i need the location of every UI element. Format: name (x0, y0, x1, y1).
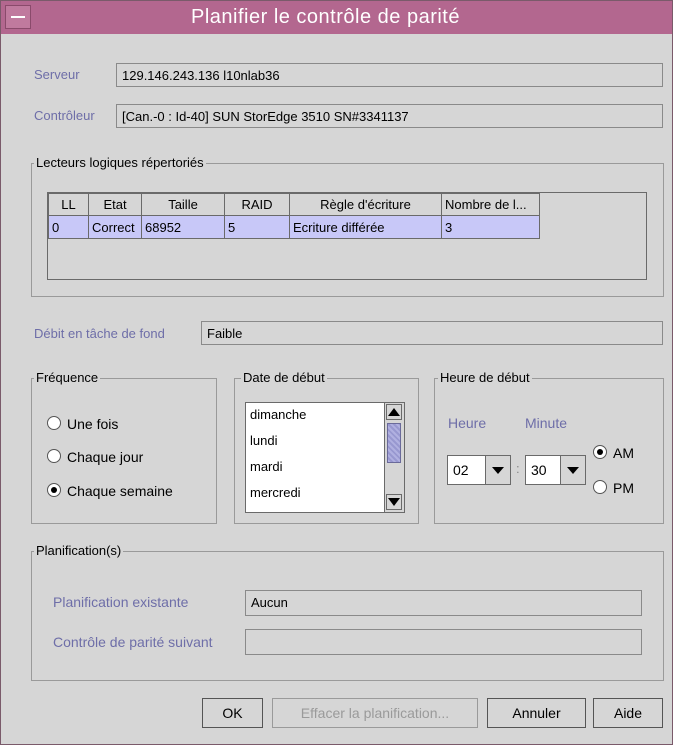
frequency-weekly-radio[interactable]: Chaque semaine (47, 483, 173, 499)
scroll-down-icon[interactable] (386, 494, 402, 510)
listbox-scrollbar[interactable] (384, 403, 404, 512)
list-item[interactable]: mardi (250, 459, 283, 474)
next-parity-check-field (245, 629, 642, 655)
am-label: AM (613, 445, 634, 461)
next-parity-check-label: Contrôle de parité suivant (53, 634, 213, 650)
chevron-down-icon[interactable] (485, 456, 510, 484)
radio-button-icon (593, 480, 607, 494)
controller-label: Contrôleur (34, 108, 95, 123)
scroll-up-icon[interactable] (386, 404, 402, 420)
chevron-down-icon[interactable] (560, 456, 585, 484)
frequency-weekly-label: Chaque semaine (67, 483, 173, 499)
logical-drives-table[interactable]: LL Etat Taille RAID Règle d'écriture Nom… (47, 192, 647, 280)
cancel-button[interactable]: Annuler (487, 698, 586, 728)
list-item[interactable]: dimanche (250, 407, 306, 422)
existing-schedule-label: Planification existante (53, 594, 189, 610)
frequency-once-label: Une fois (67, 416, 119, 432)
schedules-title: Planification(s) (34, 543, 124, 558)
pm-label: PM (613, 480, 634, 496)
server-field: 129.146.243.136 l10nlab36 (116, 63, 663, 87)
frequency-once-radio[interactable]: Une fois (47, 416, 118, 432)
controller-field: [Can.-0 : Id-40] SUN StorEdge 3510 SN#33… (116, 104, 663, 128)
cell-size: 68952 (141, 215, 225, 239)
schedules-group (31, 551, 664, 681)
column-header-write-policy[interactable]: Règle d'écriture (289, 193, 442, 216)
hour-label: Heure (448, 415, 487, 431)
existing-schedule-field: Aucun (245, 590, 642, 616)
server-label: Serveur (34, 67, 80, 82)
background-rate-label: Débit en tâche de fond (34, 326, 165, 341)
column-header-raid[interactable]: RAID (224, 193, 290, 216)
list-item[interactable]: lundi (250, 433, 277, 448)
pm-radio[interactable]: PM (593, 480, 634, 496)
radio-button-icon (47, 449, 61, 463)
table-header-row: LL Etat Taille RAID Règle d'écriture Nom… (48, 193, 540, 216)
am-radio[interactable]: AM (593, 445, 634, 461)
column-header-ll[interactable]: LL (48, 193, 89, 216)
radio-selected-icon (47, 483, 61, 497)
table-row[interactable]: 0 Correct 68952 5 Ecriture différée 3 (48, 215, 540, 239)
start-time-title: Heure de début (438, 370, 532, 385)
start-date-listbox[interactable]: dimanche lundi mardi mercredi (245, 402, 405, 513)
radio-selected-icon (593, 445, 607, 459)
start-date-title: Date de début (241, 370, 327, 385)
column-header-size[interactable]: Taille (141, 193, 225, 216)
radio-button-icon (47, 416, 61, 430)
scroll-thumb[interactable] (387, 423, 401, 463)
column-header-state[interactable]: Etat (88, 193, 142, 216)
minute-label: Minute (525, 415, 568, 431)
background-rate-field: Faible (201, 321, 663, 345)
clear-schedule-button[interactable]: Effacer la planification... (272, 698, 478, 728)
hour-value: 02 (453, 462, 469, 478)
cell-state: Correct (88, 215, 142, 239)
window-menu-button[interactable] (5, 5, 31, 29)
logical-drives-title: Lecteurs logiques répertoriés (34, 155, 206, 170)
time-separator: : (516, 461, 520, 476)
ok-button[interactable]: OK (202, 698, 263, 728)
minute-select[interactable]: 30 (525, 455, 586, 485)
dialog-window: Planifier le contrôle de parité Serveur … (0, 0, 673, 745)
title-bar: Planifier le contrôle de parité (1, 1, 672, 34)
frequency-daily-label: Chaque jour (67, 449, 144, 465)
list-item[interactable]: mercredi (250, 485, 301, 500)
cell-ll: 0 (48, 215, 89, 239)
cell-count: 3 (441, 215, 540, 239)
frequency-daily-radio[interactable]: Chaque jour (47, 449, 143, 465)
help-button[interactable]: Aide (593, 698, 663, 728)
minute-value: 30 (531, 462, 547, 478)
frequency-title: Fréquence (34, 370, 101, 385)
cell-raid: 5 (224, 215, 290, 239)
column-header-count[interactable]: Nombre de l... (441, 193, 540, 216)
window-title: Planifier le contrôle de parité (191, 6, 460, 28)
cell-write-policy: Ecriture différée (289, 215, 442, 239)
hour-select[interactable]: 02 (447, 455, 511, 485)
